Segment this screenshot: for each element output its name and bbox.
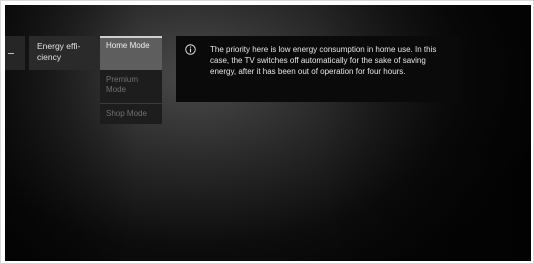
option-premium-mode[interactable]: Premium Mode <box>100 70 162 103</box>
energy-efficiency-label: Energy effi- ciency <box>37 41 81 62</box>
option-premium-mode-label: Premium Mode <box>106 75 139 94</box>
info-panel: The priority here is low energy consumpt… <box>176 36 460 102</box>
energy-mode-submenu: Home Mode Premium Mode Shop Mode <box>100 36 162 124</box>
option-home-mode[interactable]: Home Mode <box>100 36 162 70</box>
info-description: The priority here is low energy consumpt… <box>210 45 437 76</box>
energy-efficiency-menu-item[interactable]: Energy effi- ciency <box>29 36 99 70</box>
option-home-mode-label: Home Mode <box>106 41 150 50</box>
option-shop-mode-label: Shop Mode <box>106 109 147 118</box>
option-shop-mode[interactable]: Shop Mode <box>100 104 162 124</box>
menu-dash-icon <box>8 53 14 54</box>
screenshot-frame: Energy effi- ciency Home Mode Premium Mo… <box>0 0 534 264</box>
info-circle-icon <box>185 44 196 55</box>
tv-screen: Energy effi- ciency Home Mode Premium Mo… <box>5 5 531 261</box>
previous-menu-item[interactable] <box>5 36 25 70</box>
selection-indicator <box>100 36 162 38</box>
